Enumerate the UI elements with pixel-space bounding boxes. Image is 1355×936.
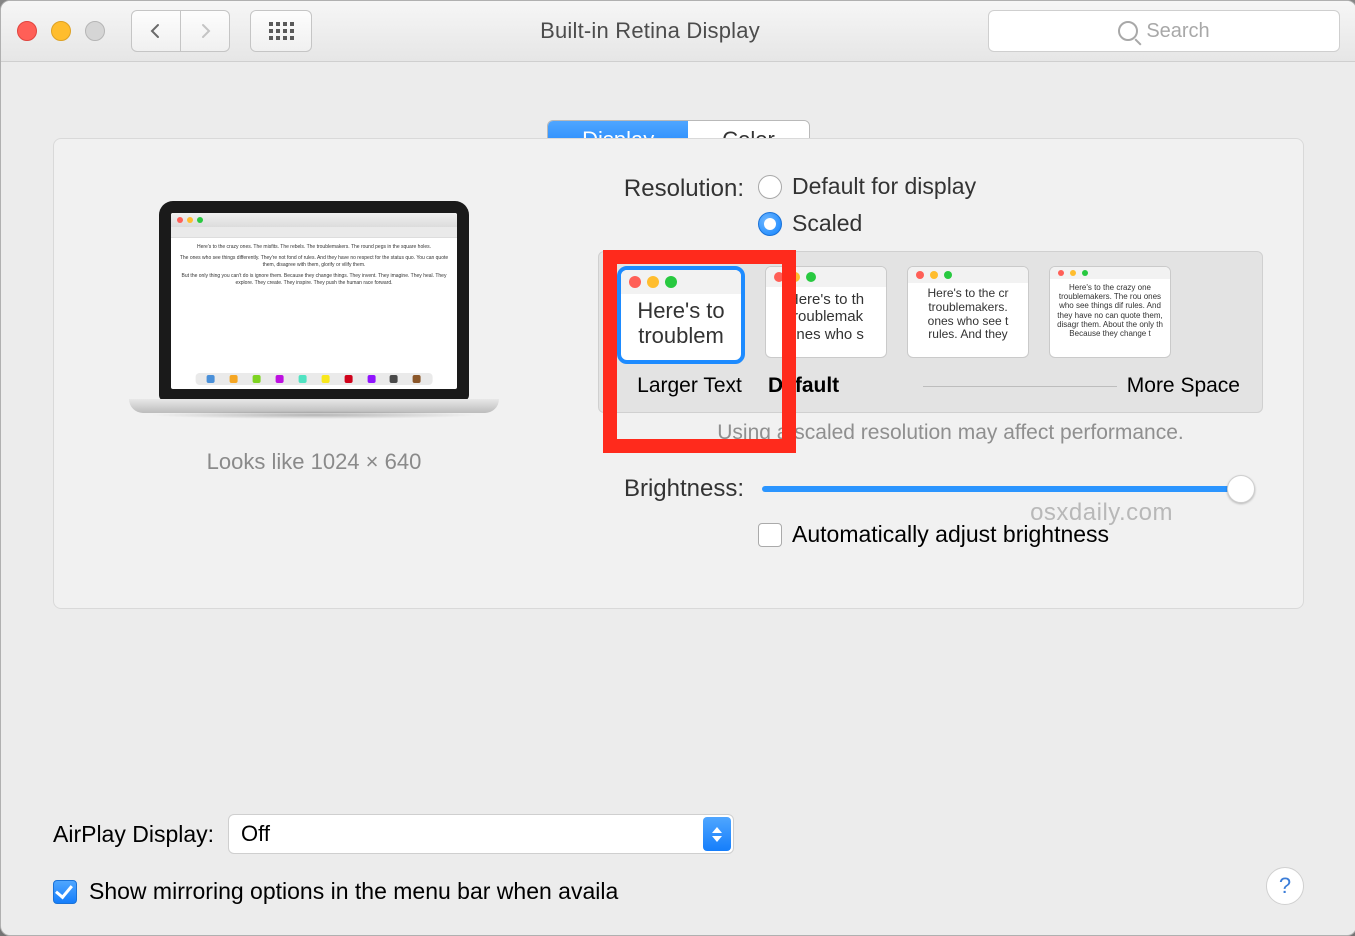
thumb-text: Here's to troublem xyxy=(621,294,741,353)
auto-brightness-checkbox[interactable]: Automatically adjust brightness xyxy=(758,521,1263,548)
forward-button xyxy=(181,10,230,52)
scale-option-2[interactable]: Here's to th troublemak ones who s xyxy=(765,266,887,368)
search-input[interactable]: Search xyxy=(988,10,1340,52)
chevron-right-icon xyxy=(197,23,213,39)
resolution-label: Resolution: xyxy=(574,173,758,203)
slider-thumb-icon[interactable] xyxy=(1227,475,1255,503)
zoom-icon xyxy=(85,21,105,41)
brightness-slider[interactable] xyxy=(762,486,1253,492)
laptop-preview: Here's to the crazy ones. The misfits. T… xyxy=(129,201,499,431)
checkbox-icon xyxy=(53,880,77,904)
scale-label-more: More Space xyxy=(1127,374,1244,398)
select-value: Off xyxy=(241,821,270,847)
stepper-icon xyxy=(703,817,731,851)
radio-label: Default for display xyxy=(792,173,976,200)
brightness-label: Brightness: xyxy=(574,475,758,503)
thumb-text: Here's to the cr troublemakers. ones who… xyxy=(908,283,1028,346)
preview-text: But the only thing you can't do is ignor… xyxy=(179,273,449,287)
radio-default-for-display[interactable]: Default for display xyxy=(758,173,1263,200)
close-icon[interactable] xyxy=(17,21,37,41)
chevron-left-icon xyxy=(148,23,164,39)
titlebar: Built-in Retina Display Search xyxy=(1,1,1355,62)
display-panel: Here's to the crazy ones. The misfits. T… xyxy=(53,138,1304,609)
scale-option-larger-text[interactable]: Here's to troublem xyxy=(617,266,745,374)
preview-column: Here's to the crazy ones. The misfits. T… xyxy=(94,173,534,548)
preview-text: The ones who see things differently. The… xyxy=(179,255,449,269)
back-button[interactable] xyxy=(131,10,181,52)
preferences-window: Built-in Retina Display Search Display C… xyxy=(0,0,1355,936)
scale-option-more-space[interactable]: Here's to the crazy one troublemakers. T… xyxy=(1049,266,1171,368)
radio-icon xyxy=(758,175,782,199)
mirroring-checkbox[interactable]: Show mirroring options in the menu bar w… xyxy=(53,878,1304,905)
help-icon: ? xyxy=(1279,873,1291,899)
resolution-readout: Looks like 1024 × 640 xyxy=(94,449,534,475)
radio-label: Scaled xyxy=(792,210,862,237)
show-all-button[interactable] xyxy=(250,10,312,52)
search-placeholder: Search xyxy=(1146,20,1209,43)
scale-label-larger: Larger Text xyxy=(617,374,762,398)
airplay-label: AirPlay Display: xyxy=(53,821,214,848)
checkbox-label: Automatically adjust brightness xyxy=(792,521,1109,548)
bottom-area: AirPlay Display: Off Show mirroring opti… xyxy=(53,814,1304,905)
scale-divider xyxy=(923,386,1117,387)
scale-options: Here's to troublem Here's to th troublem… xyxy=(598,251,1263,413)
scale-option-3[interactable]: Here's to the cr troublemakers. ones who… xyxy=(907,266,1029,368)
minimize-icon[interactable] xyxy=(51,21,71,41)
search-icon xyxy=(1118,21,1138,41)
thumb-text: Here's to th troublemak ones who s xyxy=(766,287,886,347)
traffic-lights xyxy=(17,21,105,41)
settings-column: Resolution: Default for display Scaled xyxy=(574,173,1263,548)
scale-note: Using a scaled resolution may affect per… xyxy=(638,421,1263,445)
thumb-text: Here's to the crazy one troublemakers. T… xyxy=(1050,279,1170,342)
window-title: Built-in Retina Display xyxy=(322,18,978,44)
scale-label-default: Default xyxy=(762,374,913,398)
nav-group xyxy=(131,10,230,52)
grid-icon xyxy=(269,22,294,40)
preview-text: Here's to the crazy ones. The misfits. T… xyxy=(179,244,449,251)
radio-scaled[interactable]: Scaled xyxy=(758,210,1263,237)
airplay-select[interactable]: Off xyxy=(228,814,734,854)
help-button[interactable]: ? xyxy=(1266,867,1304,905)
radio-icon xyxy=(758,212,782,236)
checkbox-icon xyxy=(758,523,782,547)
checkbox-label: Show mirroring options in the menu bar w… xyxy=(89,878,618,905)
